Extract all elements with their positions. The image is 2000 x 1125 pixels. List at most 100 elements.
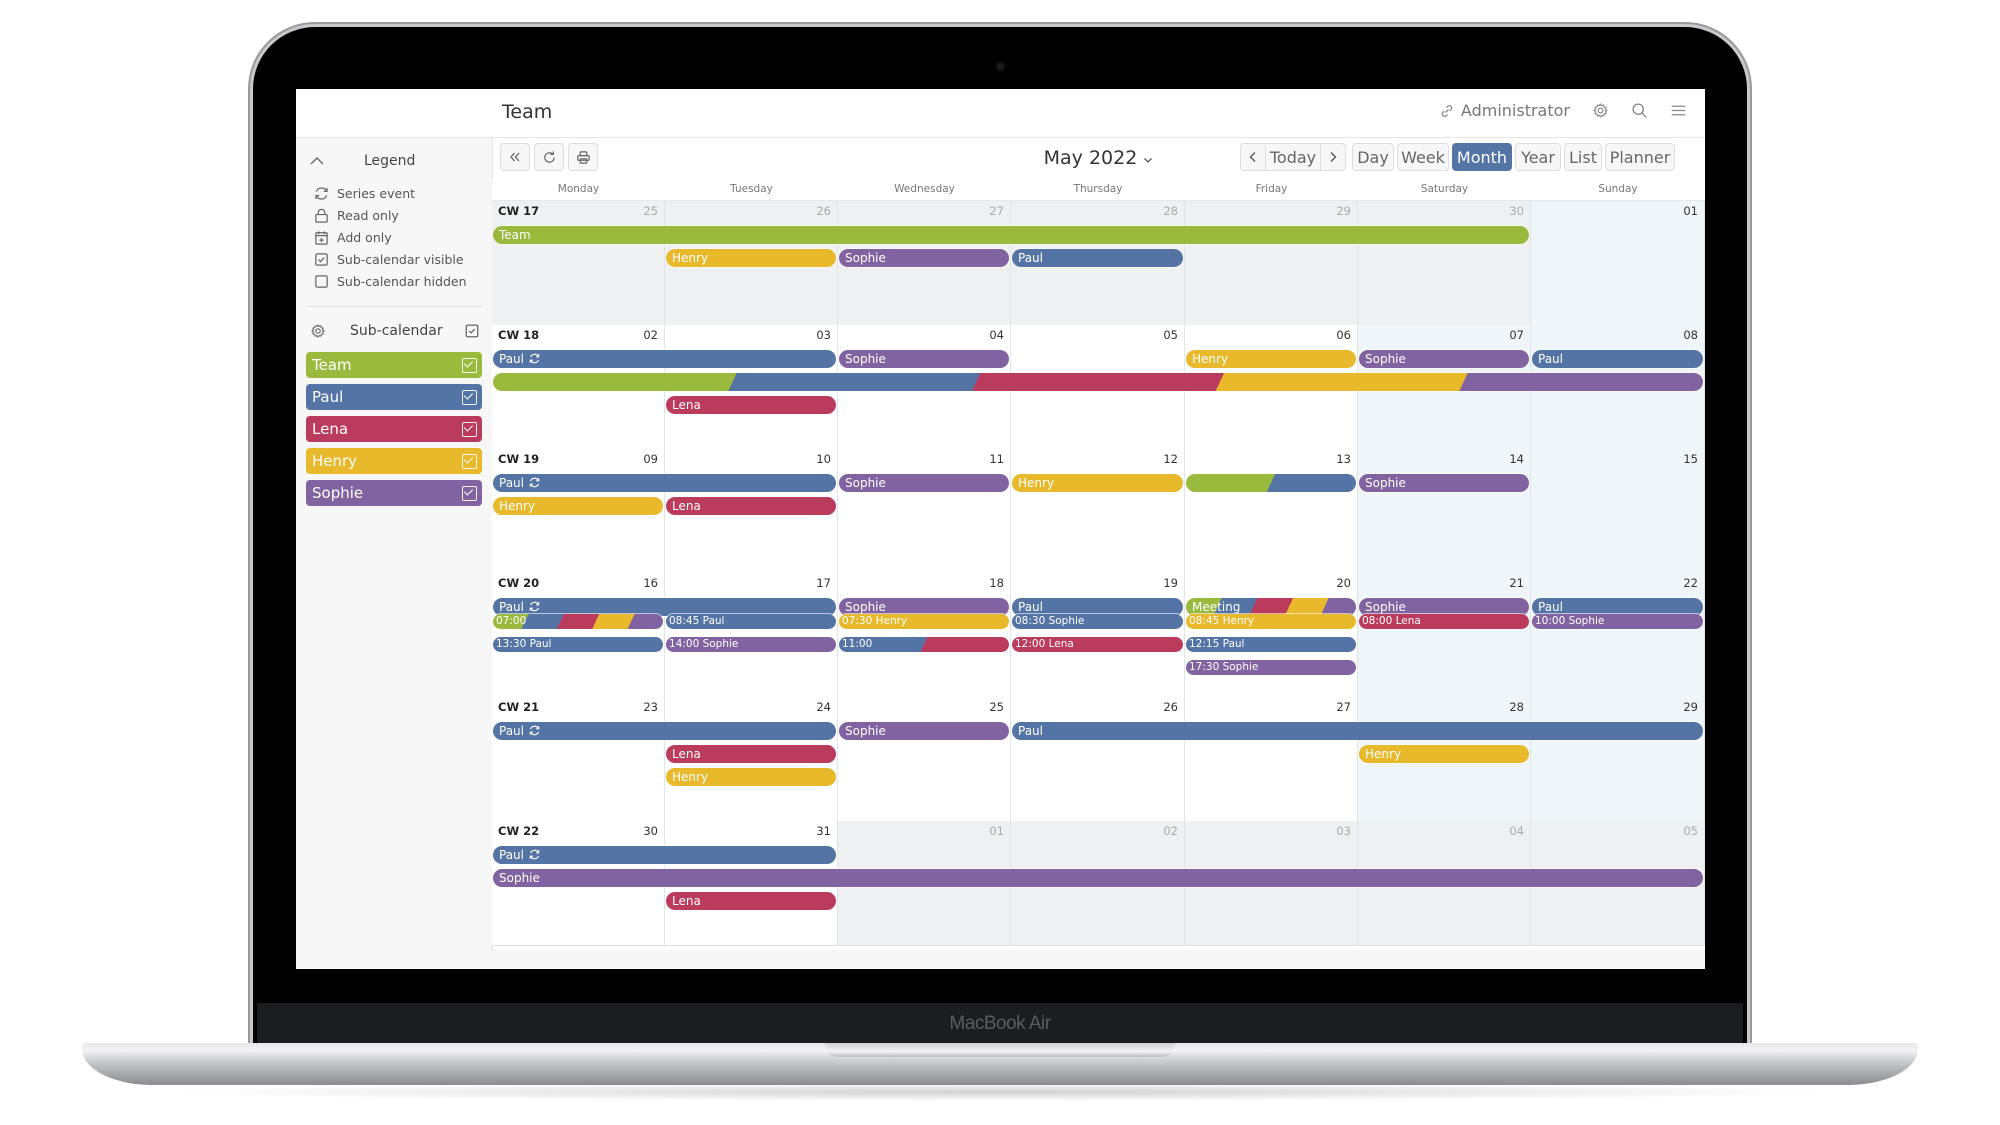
day-cell[interactable]: 26 [1011,697,1185,821]
top-actions: Administrator [1439,101,1687,120]
calendar-footer [492,950,1705,969]
event-bar[interactable] [1186,474,1356,492]
chevron-up-icon[interactable] [310,156,324,166]
subcalendar-team[interactable]: Team [306,352,482,378]
event-bar[interactable]: Paul [493,846,836,864]
gear-icon[interactable] [310,323,326,339]
search-icon[interactable] [1631,102,1648,119]
day-cell[interactable]: 22 [1531,573,1705,697]
user-link[interactable]: Administrator [1439,101,1570,120]
event-bar[interactable]: 12:00 Lena [1012,637,1183,652]
event-bar[interactable]: 11:00 [839,637,1009,652]
day-cell[interactable]: 19 [1011,573,1185,697]
visibility-checkbox[interactable] [462,421,477,437]
event-bar[interactable]: Paul [1012,722,1703,740]
visibility-checkbox[interactable] [462,357,477,373]
event-bar[interactable]: Henry [1012,474,1183,492]
previous-button[interactable] [1240,143,1266,171]
event-bar[interactable]: Sophie [839,249,1009,267]
subcalendar-sophie[interactable]: Sophie [306,480,482,506]
event-bar[interactable]: Henry [1186,350,1356,368]
event-bar[interactable]: 07:00 [493,614,663,629]
day-cell[interactable]: 29 [1531,697,1705,821]
print-button[interactable] [568,143,598,171]
event-bar[interactable]: 10:00 Sophie [1532,614,1703,629]
event-bar[interactable]: Sophie [1359,474,1529,492]
month-dropdown[interactable]: May 2022 [1044,147,1154,169]
gear-icon[interactable] [1592,102,1609,119]
legend-toggle[interactable]: Legend [310,150,485,172]
event-bar[interactable]: 08:00 Lena [1359,614,1529,629]
event-bar[interactable]: Lena [666,396,836,414]
event-bar[interactable]: Paul [1012,249,1183,267]
day-cell[interactable]: 16 [492,573,665,697]
event-bar[interactable]: 08:45 Henry [1186,614,1356,629]
day-cell[interactable]: 11 [838,449,1011,573]
subcalendar-title: Sub-calendar [350,323,443,339]
view-planner-button[interactable]: Planner [1605,143,1675,171]
event-bar[interactable]: 08:30 Sophie [1012,614,1183,629]
event-bar[interactable]: Paul [493,474,836,492]
user-name: Administrator [1460,101,1570,120]
event-title: Henry [1365,747,1402,761]
visibility-checkbox[interactable] [462,485,477,501]
day-cell[interactable]: 12 [1011,449,1185,573]
event-bar[interactable]: Sophie [493,869,1703,887]
visibility-checkbox[interactable] [462,389,477,405]
event-bar[interactable]: 08:45 Paul [666,614,836,629]
event-bar[interactable]: Sophie [1359,350,1529,368]
page-title: Team [502,101,553,123]
day-cell[interactable]: 21 [1358,573,1531,697]
event-bar[interactable]: Henry [666,249,836,267]
day-cell[interactable]: 25 [838,697,1011,821]
select-all-checkbox[interactable] [464,323,480,339]
event-bar[interactable]: Sophie [839,722,1009,740]
view-week-button[interactable]: Week [1397,143,1449,171]
subcalendar-header: Sub-calendar [310,320,480,342]
event-bar[interactable]: Paul [493,350,836,368]
view-month-button[interactable]: Month [1452,143,1512,171]
event-bar[interactable]: Sophie [839,474,1009,492]
visibility-checkbox[interactable] [462,453,477,469]
day-cell[interactable]: 15 [1531,449,1705,573]
menu-icon[interactable] [1670,102,1687,119]
view-list-button[interactable]: List [1564,143,1602,171]
event-bar[interactable] [493,373,1703,391]
day-cell[interactable]: 29 [1185,201,1358,325]
event-bar[interactable]: Paul [1532,350,1703,368]
event-bar[interactable]: Sophie [839,350,1009,368]
day-number: 20 [1336,576,1351,590]
refresh-button[interactable] [534,143,564,171]
subcalendar-lena[interactable]: Lena [306,416,482,442]
next-button[interactable] [1320,143,1346,171]
view-year-button[interactable]: Year [1515,143,1561,171]
day-cell[interactable]: 01 [1531,201,1705,325]
event-bar[interactable]: 14:00 Sophie [666,637,836,652]
event-bar[interactable]: 12:15 Paul [1186,637,1356,652]
day-cell[interactable]: 23 [492,697,665,821]
event-bar[interactable]: Lena [666,497,836,515]
day-cell[interactable]: 18 [838,573,1011,697]
day-cell[interactable]: 20 [1185,573,1358,697]
view-day-button[interactable]: Day [1352,143,1394,171]
subcalendar-paul[interactable]: Paul [306,384,482,410]
day-cell[interactable]: 30 [1358,201,1531,325]
event-bar[interactable]: Henry [493,497,663,515]
day-cell[interactable]: 25 [492,201,665,325]
day-cell[interactable]: 14 [1358,449,1531,573]
event-bar[interactable]: Henry [666,768,836,786]
day-cell[interactable]: 13 [1185,449,1358,573]
event-bar[interactable]: Team [493,226,1529,244]
event-bar[interactable]: Paul [493,722,836,740]
collapse-sidebar-button[interactable] [500,143,530,171]
today-button[interactable]: Today [1265,143,1321,171]
day-cell[interactable]: 17 [665,573,838,697]
event-bar[interactable]: Lena [666,892,836,910]
event-bar[interactable]: 17:30 Sophie [1186,660,1356,675]
event-bar[interactable]: 13:30 Paul [493,637,663,652]
event-bar[interactable]: 07:30 Henry [839,614,1009,629]
event-bar[interactable]: Henry [1359,745,1529,763]
subcalendar-henry[interactable]: Henry [306,448,482,474]
event-bar[interactable]: Lena [666,745,836,763]
day-cell[interactable]: 27 [1185,697,1358,821]
